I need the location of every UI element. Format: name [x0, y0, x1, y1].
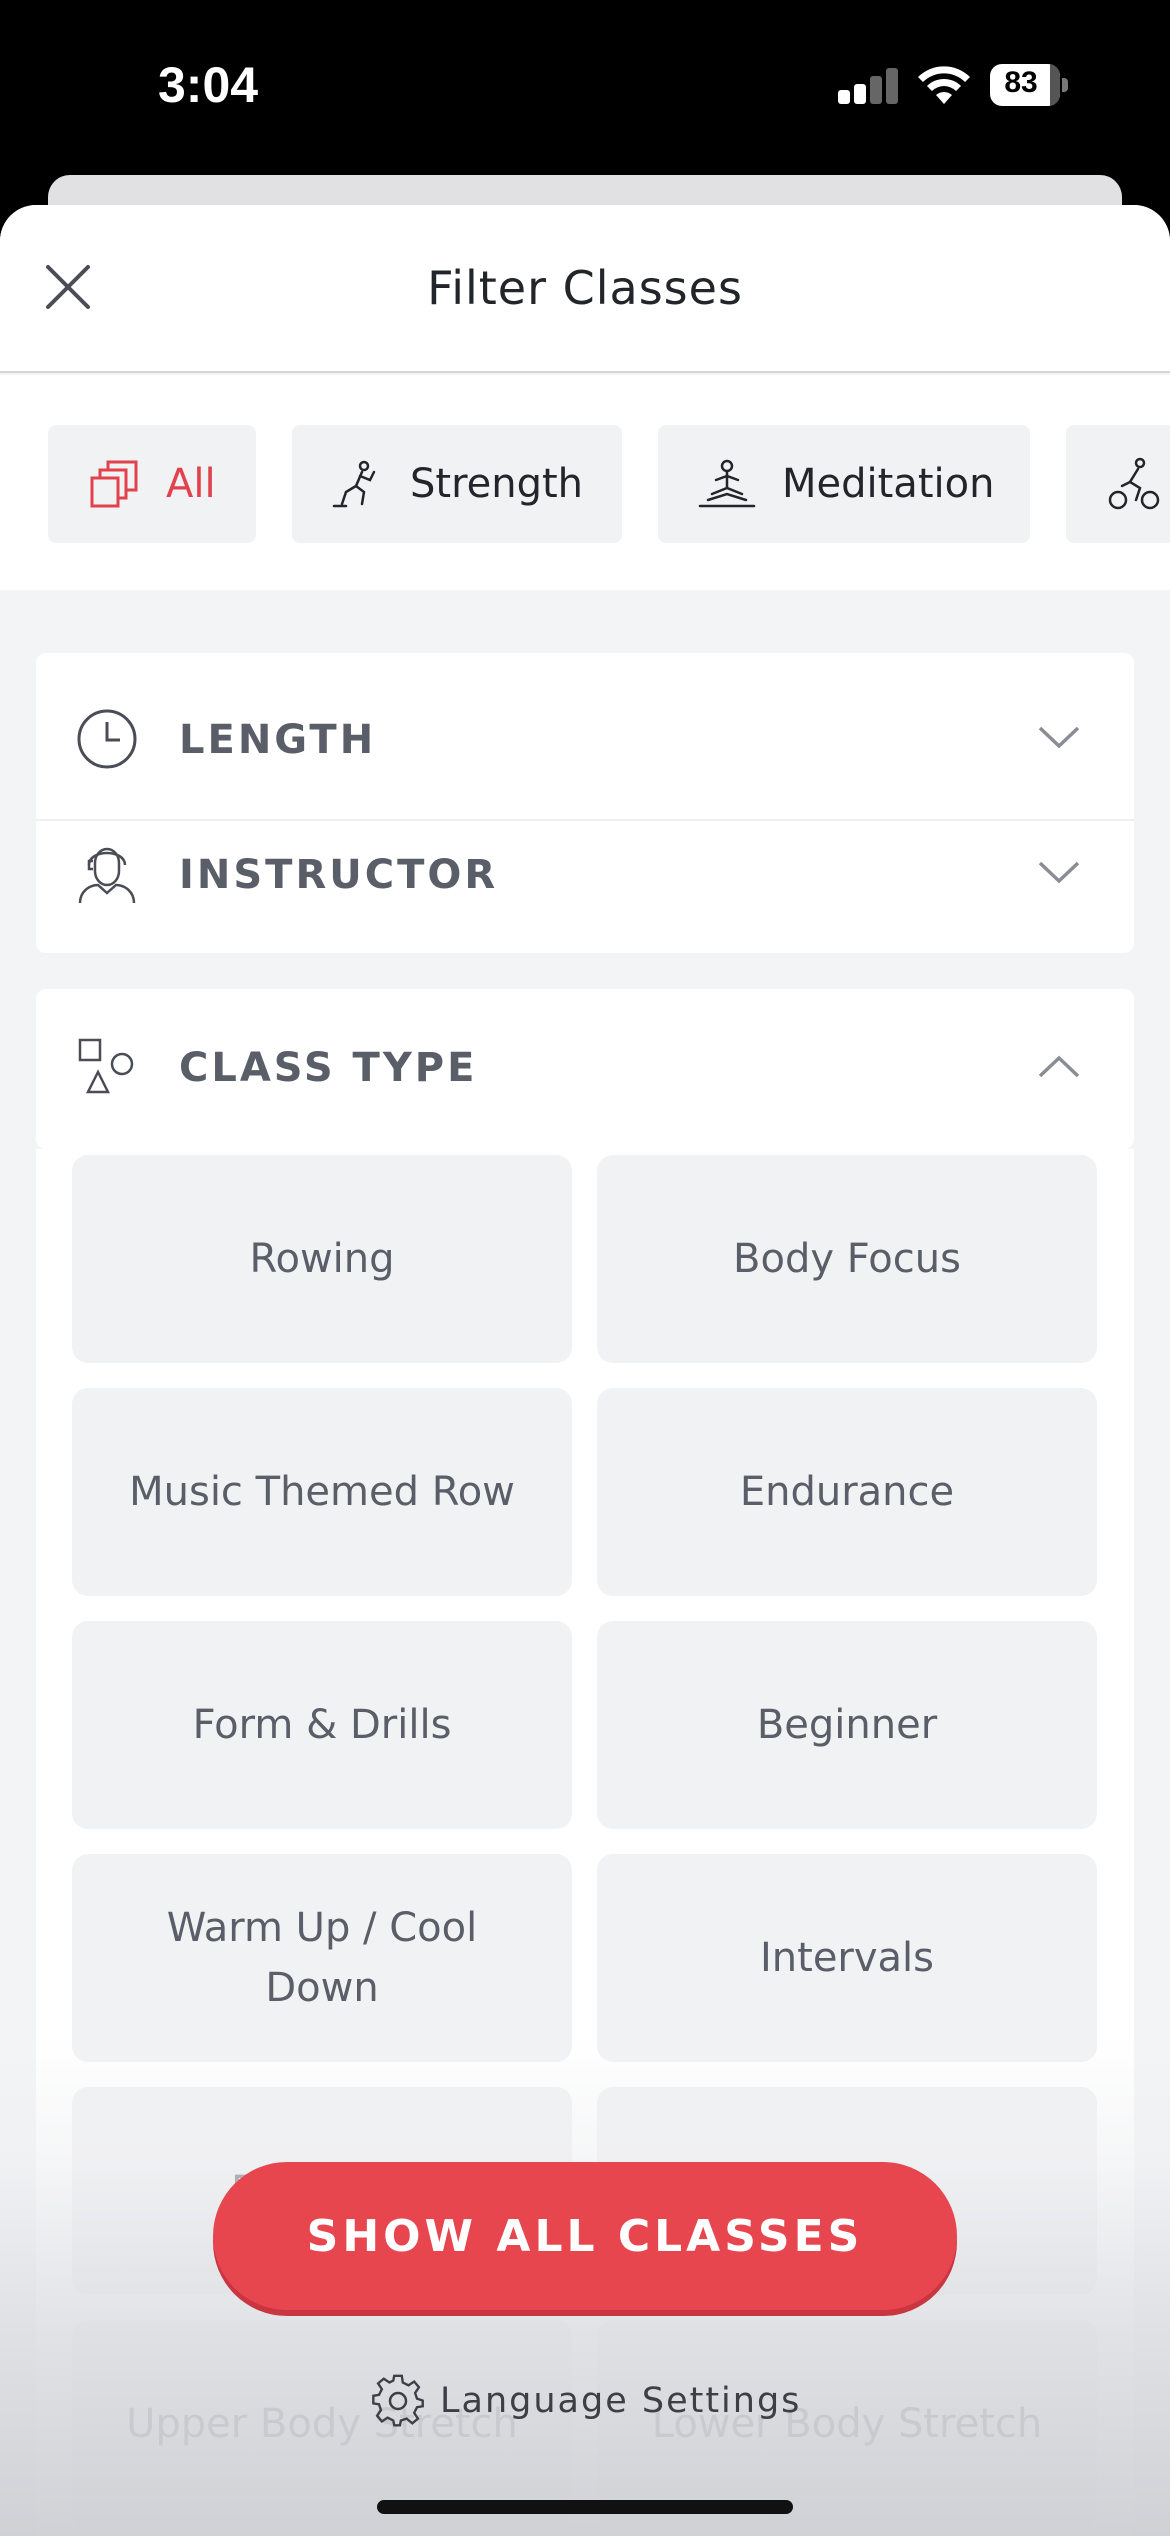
status-time: 3:04	[158, 57, 259, 113]
battery-icon: 83	[990, 64, 1068, 106]
chevron-down-icon	[1038, 861, 1080, 884]
layers-icon	[90, 460, 138, 508]
filter-card-length-instructor: LENGTH INSTRUCTOR	[36, 653, 1134, 953]
show-all-classes-button[interactable]: SHOW ALL CLASSES	[213, 2162, 957, 2310]
filter-length-label: LENGTH	[179, 717, 377, 763]
sheet-header: Filter Classes	[0, 205, 1170, 373]
meditation-icon	[698, 459, 756, 508]
category-tabs: All Strength Meditation	[0, 375, 1170, 590]
language-settings-label: Language Settings	[440, 2381, 802, 2421]
battery-percent: 83	[1004, 66, 1038, 99]
page-title: Filter Classes	[427, 261, 743, 315]
class-type-option[interactable]: Beginner	[597, 1621, 1097, 1829]
strength-icon	[332, 460, 376, 508]
class-type-option[interactable]: Intervals	[597, 1854, 1097, 2062]
tab-meditation[interactable]: Meditation	[658, 425, 1030, 543]
filter-card-class-type: CLASS TYPE	[36, 989, 1134, 1149]
signal-icon	[838, 68, 900, 104]
class-type-option[interactable]: Rowing	[72, 1155, 572, 1363]
tab-label: Meditation	[782, 461, 995, 507]
chevron-down-icon	[1038, 726, 1080, 749]
filter-length[interactable]: LENGTH	[36, 673, 1134, 803]
clock-icon	[77, 709, 137, 769]
instructor-icon	[78, 847, 136, 904]
tab-strength[interactable]: Strength	[292, 425, 622, 543]
tab-label: Strength	[410, 461, 584, 507]
filter-class-type[interactable]: CLASS TYPE	[36, 1001, 1134, 1131]
class-type-option[interactable]: Endurance	[597, 1388, 1097, 1596]
class-type-option[interactable]: Music Themed Row	[72, 1388, 572, 1596]
class-type-option[interactable]: Body Focus	[597, 1155, 1097, 1363]
filter-instructor[interactable]: INSTRUCTOR	[36, 808, 1134, 938]
cycling-icon	[1108, 457, 1160, 510]
status-bar: 3:04 83	[0, 0, 1170, 175]
shapes-icon	[78, 1038, 134, 1094]
filter-instructor-label: INSTRUCTOR	[179, 852, 499, 898]
class-type-option[interactable]: Form & Drills	[72, 1621, 572, 1829]
wifi-icon	[918, 66, 970, 104]
filter-sheet: Filter Classes All Strength Meditation L…	[0, 205, 1170, 2536]
class-type-option[interactable]: Warm Up / Cool Down	[72, 1854, 572, 2062]
tab-label: All	[166, 461, 216, 507]
home-indicator	[377, 2500, 793, 2514]
chevron-up-icon	[1038, 1055, 1080, 1078]
tab-all[interactable]: All	[48, 425, 256, 543]
gear-icon	[372, 2374, 424, 2427]
tab-cycling[interactable]	[1066, 425, 1170, 543]
language-settings-link[interactable]: Language Settings	[370, 2373, 801, 2429]
filter-class-type-label: CLASS TYPE	[179, 1045, 478, 1091]
